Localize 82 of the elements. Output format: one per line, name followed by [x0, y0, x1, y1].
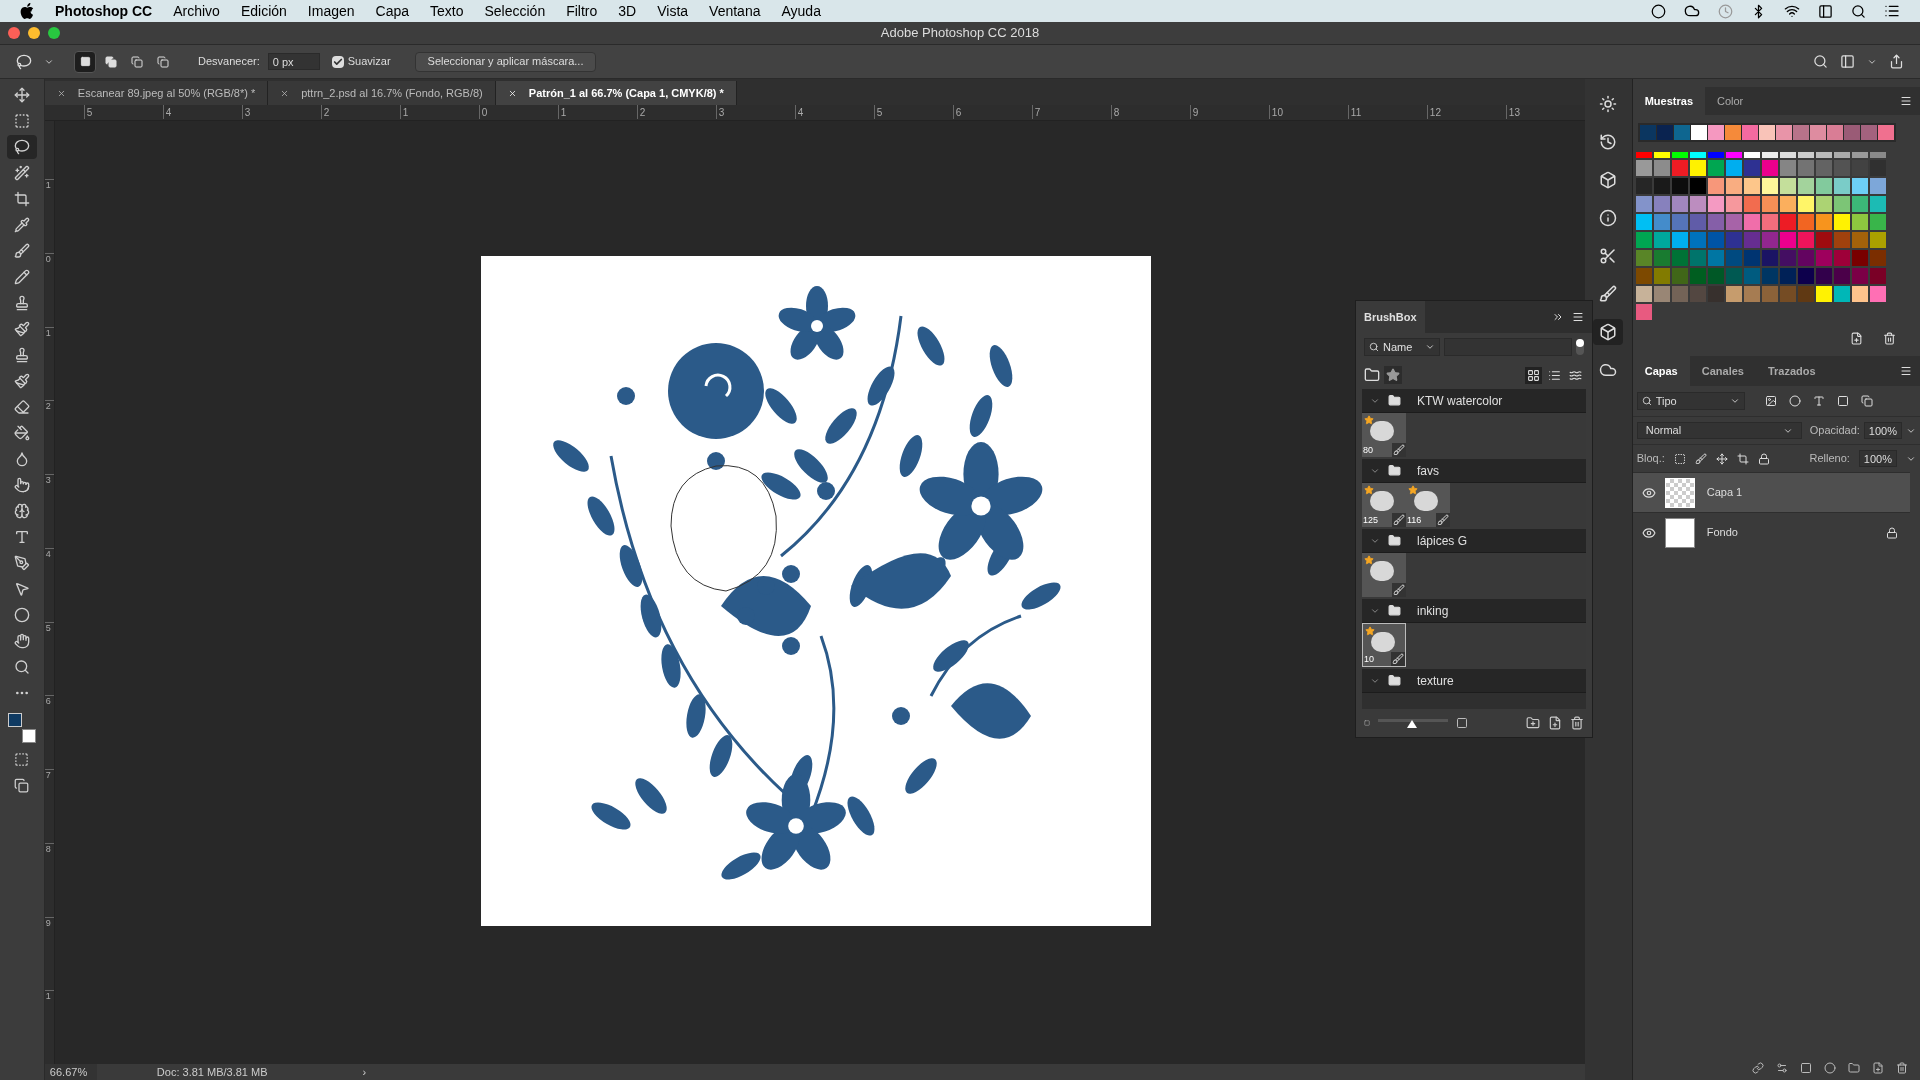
- fill-label: Relleno:: [1809, 451, 1850, 467]
- ruler-label: 6: [44, 695, 54, 769]
- fill-field[interactable]: 100%: [1858, 450, 1897, 467]
- menu-item[interactable]: Selección: [484, 0, 546, 22]
- document-tab[interactable]: pttrn_2.psd al 16.7% (Fondo, RGB/8): [268, 81, 496, 105]
- ruler-label: 3: [241, 105, 321, 119]
- ruler-label: 8: [44, 842, 54, 917]
- layer-name: Capa 1: [1706, 485, 1743, 501]
- ruler-label: 7: [44, 769, 54, 843]
- ruler-label: 9: [44, 916, 54, 991]
- brush-size-label: 80: [1363, 443, 1373, 457]
- ruler-label: 8: [1110, 105, 1190, 119]
- brush-group-header[interactable]: inking: [1362, 599, 1586, 623]
- menu-item[interactable]: Photoshop CC: [55, 0, 153, 22]
- menu-item[interactable]: Filtro: [566, 0, 598, 22]
- panel-tab[interactable]: Trazados: [1755, 356, 1828, 386]
- layer-filter-dropdown[interactable]: Tipo: [1636, 392, 1745, 410]
- brush-size-label: 10: [1364, 652, 1374, 666]
- menu-item[interactable]: Ventana: [709, 0, 761, 22]
- ruler-label: 12: [1426, 105, 1506, 119]
- ruler-label: 2: [44, 400, 54, 474]
- layer-row[interactable]: Capa 1: [1632, 472, 1910, 512]
- document-size: Doc: 3.81 MB/3.81 MB: [156, 1064, 268, 1080]
- layer-name: Fondo: [1706, 525, 1738, 541]
- ruler-label: 5: [83, 105, 163, 119]
- ruler-label: 11: [1347, 105, 1427, 119]
- brush-thumbnail[interactable]: 10: [1362, 623, 1406, 667]
- brush-group-header[interactable]: lápices G: [1362, 529, 1586, 553]
- antialias-label: Suavizar: [347, 54, 391, 70]
- select-mask-button[interactable]: Seleccionar y aplicar máscara...: [414, 51, 597, 72]
- panel-tab[interactable]: Color: [1705, 87, 1756, 115]
- brush-thumbnail[interactable]: 125: [1362, 483, 1406, 527]
- panel-tab[interactable]: BrushBox: [1356, 301, 1425, 333]
- opacity-label: Opacidad:: [1809, 423, 1860, 439]
- document-tab[interactable]: Escanear 89.jpeg al 50% (RGB/8*) *: [44, 81, 269, 105]
- ruler-label: 7: [1031, 105, 1111, 119]
- ruler-label: 3: [715, 105, 795, 119]
- ruler-label: 1: [557, 105, 637, 119]
- menu-item[interactable]: 3D: [618, 0, 637, 22]
- brush-group-header[interactable]: favs: [1362, 459, 1586, 483]
- document-tab[interactable]: Patrón_1 al 66.7% (Capa 1, CMYK/8) *: [495, 81, 737, 105]
- menu-item[interactable]: Edición: [240, 0, 287, 22]
- brush-size-label: 125: [1363, 513, 1379, 527]
- ruler-label: 4: [794, 105, 874, 119]
- ruler-label: 0: [478, 105, 558, 119]
- ruler-label: 5: [44, 621, 54, 696]
- ruler-label: 6: [952, 105, 1032, 119]
- brush-size-label: 116: [1407, 513, 1422, 527]
- ruler-label: 5: [873, 105, 953, 119]
- brush-group-header[interactable]: texture: [1362, 669, 1586, 693]
- filter-dropdown[interactable]: Name: [1364, 338, 1440, 356]
- menu-item[interactable]: Imagen: [307, 0, 355, 22]
- window-title: Adobe Photoshop CC 2018: [880, 24, 1040, 43]
- panel-tab[interactable]: Capas: [1632, 356, 1690, 386]
- lock-label: Bloq.:: [1636, 451, 1665, 467]
- ruler-label: 13: [1505, 105, 1585, 119]
- brush-thumbnail[interactable]: 116: [1406, 483, 1450, 527]
- panel-tab[interactable]: Muestras: [1632, 87, 1705, 115]
- opacity-field[interactable]: 100%: [1863, 422, 1902, 439]
- ruler-label: 1: [44, 179, 54, 253]
- ruler-label: 10: [1268, 105, 1348, 119]
- panel-tab[interactable]: Canales: [1689, 356, 1756, 386]
- layer-row[interactable]: Fondo: [1632, 512, 1910, 552]
- menu-item[interactable]: Vista: [657, 0, 689, 22]
- ruler-label: 0: [44, 252, 54, 327]
- brush-thumbnail[interactable]: 80: [1362, 413, 1406, 457]
- menu-item[interactable]: Archivo: [173, 0, 220, 22]
- feather-label: Desvanecer:: [198, 54, 260, 70]
- ruler-label: 4: [44, 547, 54, 622]
- menu-item[interactable]: Texto: [430, 0, 464, 22]
- menu-item[interactable]: Capa: [375, 0, 409, 22]
- ruler-label: 3: [44, 474, 54, 548]
- brush-group-header[interactable]: KTW watercolor: [1362, 389, 1586, 413]
- ruler-label: 2: [320, 105, 400, 119]
- blend-mode-dropdown[interactable]: Normal: [1636, 422, 1802, 439]
- ruler-label: 9: [1189, 105, 1269, 119]
- ruler-label: 4: [162, 105, 242, 119]
- menu-item[interactable]: Ayuda: [781, 0, 821, 22]
- ruler-label: 2: [636, 105, 716, 119]
- feather-input[interactable]: 0 px: [267, 53, 320, 70]
- ruler-label: 1: [44, 326, 54, 401]
- ruler-label: 1: [399, 105, 479, 119]
